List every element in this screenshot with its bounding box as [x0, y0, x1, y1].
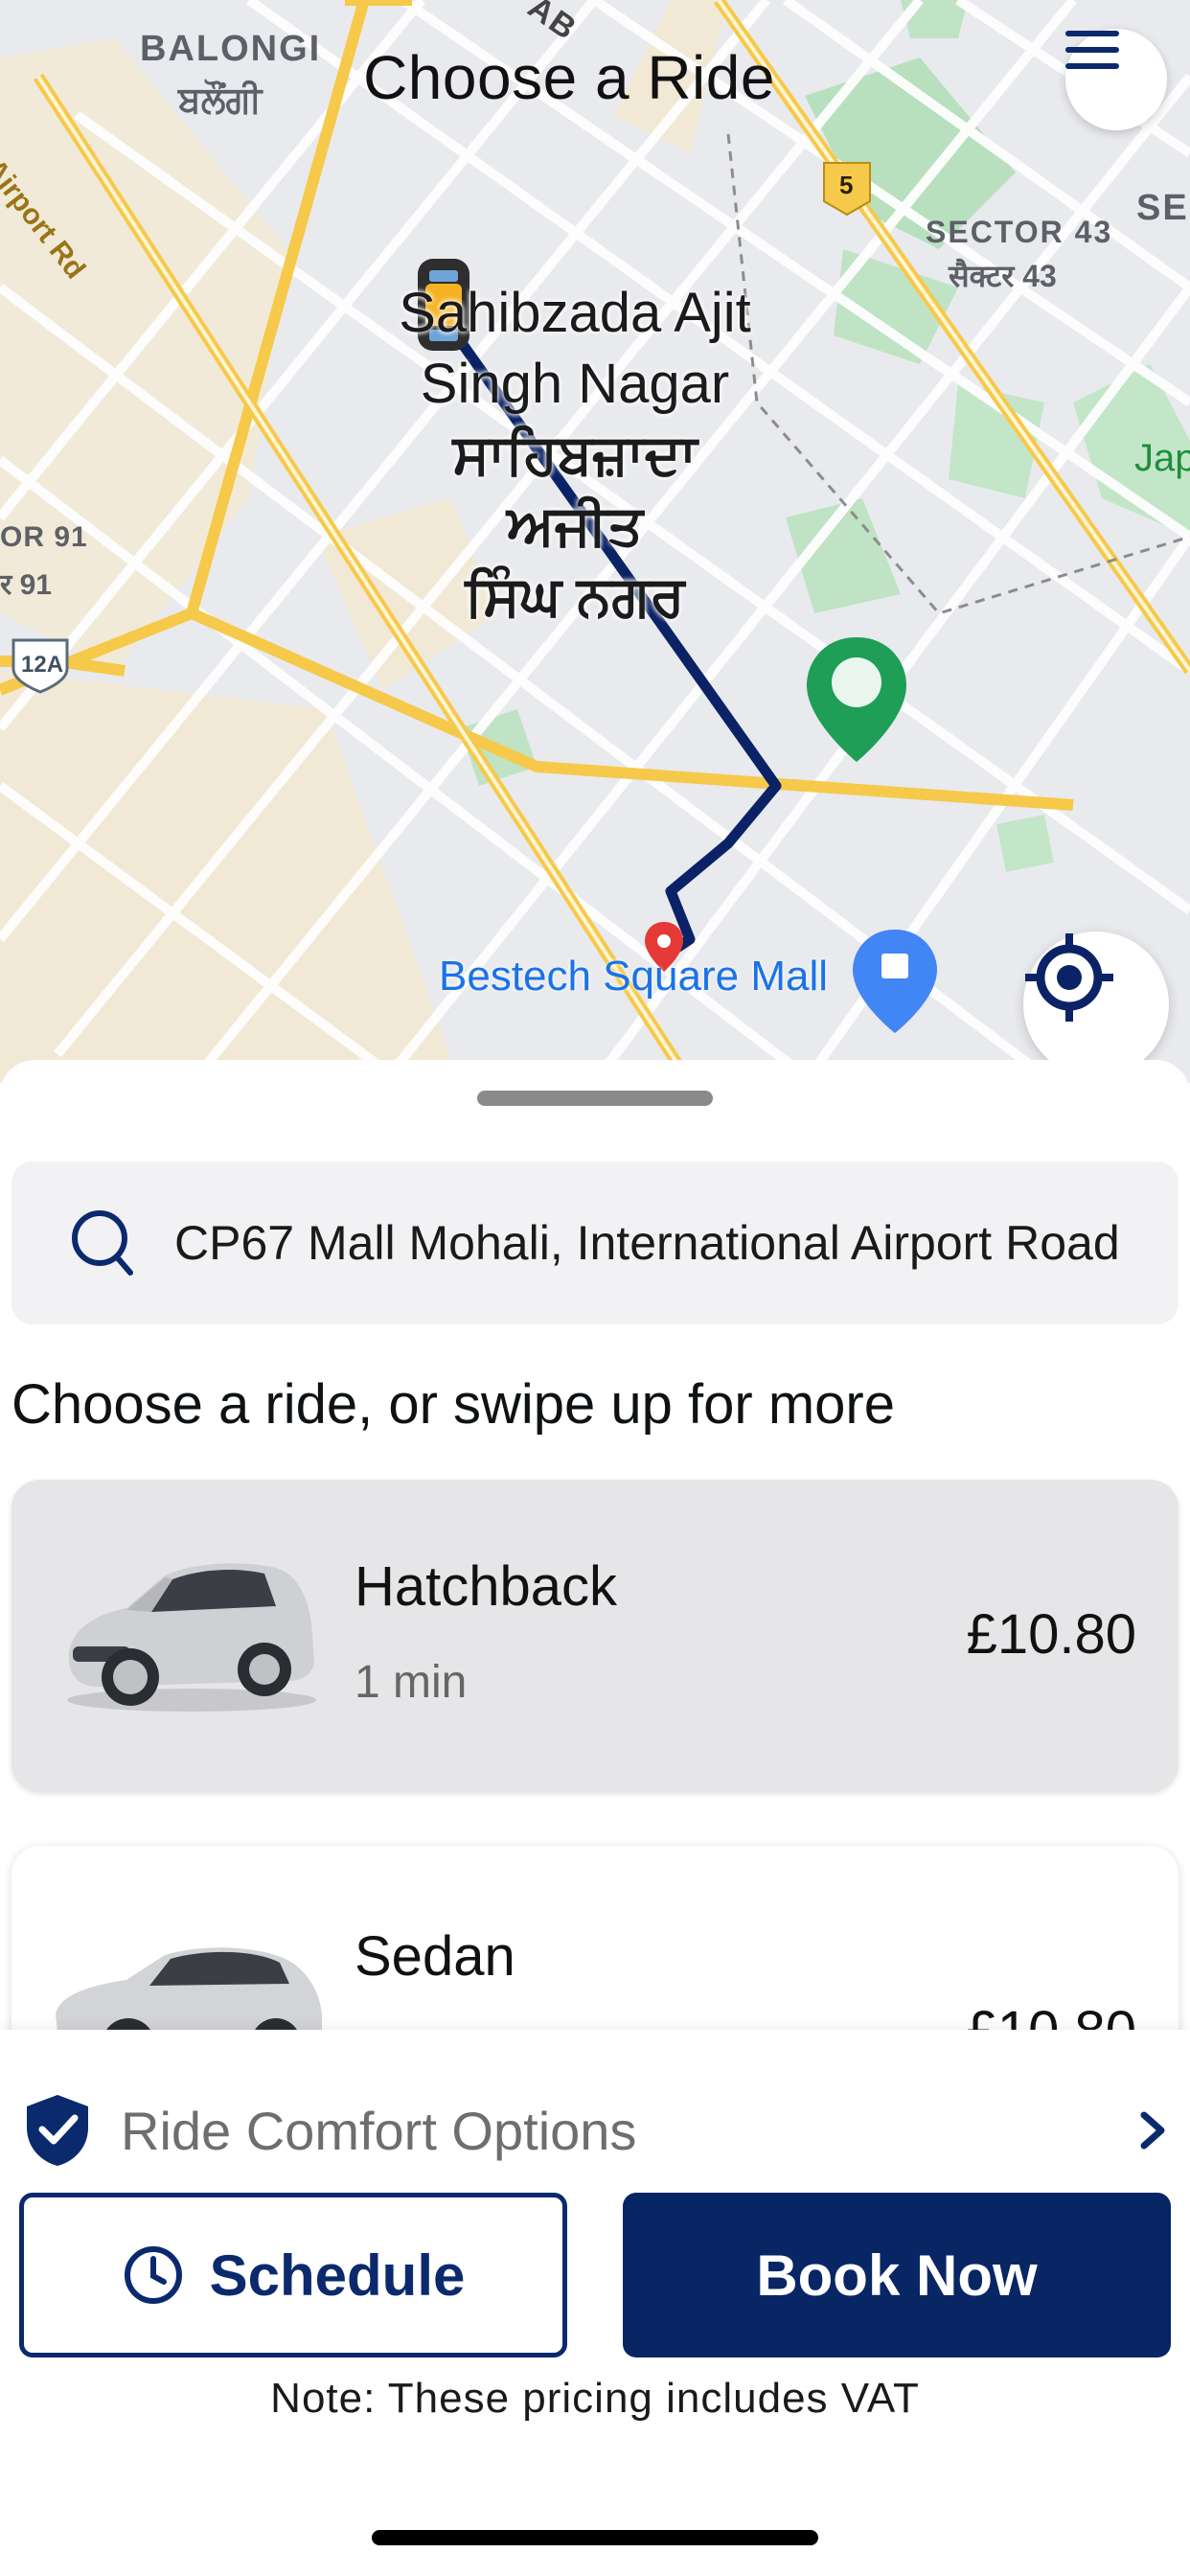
- ride-option-hatchback[interactable]: Hatchback 1 min £10.80: [11, 1480, 1179, 1792]
- ride-comfort-options-row[interactable]: Ride Comfort Options: [23, 2078, 1169, 2183]
- ride-comfort-options-label: Ride Comfort Options: [121, 2100, 637, 2161]
- booking-panel: Ride Comfort Options Schedule Book Now N…: [0, 2030, 1190, 2576]
- schedule-button-label: Schedule: [209, 2242, 466, 2308]
- clock-icon: [124, 2246, 182, 2304]
- map-label-se: SE: [1136, 188, 1189, 228]
- destination-search-value[interactable]: CP67 Mall Mohali, International Airport …: [174, 1215, 1142, 1271]
- vat-note: Note: These pricing includes VAT: [270, 2375, 920, 2422]
- recenter-button[interactable]: [1023, 932, 1169, 1077]
- map-label-sector43-local: सैक्टर 43: [949, 259, 1057, 293]
- map-label-japan: Jap: [1134, 437, 1190, 479]
- map-place-label: Sahibzada Ajit Singh Nagar ਸਾਹਿਬਜ਼ਾਦਾ ਅਜ…: [399, 282, 751, 628]
- ride-name: Sedan: [355, 1925, 515, 1988]
- book-now-button-label: Book Now: [756, 2242, 1038, 2308]
- hatchback-car-image: [67, 1563, 316, 1712]
- chevron-right-icon: [1140, 2111, 1165, 2150]
- highway-shield-5: 5: [839, 171, 854, 199]
- poi-label-bestech-square-mall[interactable]: Bestech Square Mall: [439, 953, 828, 1000]
- highway-shield-12a: 12A: [21, 652, 64, 678]
- sheet-grabber[interactable]: [477, 1091, 713, 1106]
- destination-search-field[interactable]: CP67 Mall Mohali, International Airport …: [11, 1162, 1179, 1324]
- shield-check-icon: [27, 2095, 88, 2166]
- home-indicator[interactable]: [372, 2530, 818, 2545]
- page-title: Choose a Ride: [363, 43, 775, 112]
- ride-name: Hatchback: [355, 1555, 618, 1618]
- search-icon: [59, 1200, 146, 1286]
- map-view[interactable]: BALONGI ਬਲੌਂਗੀ Airport Rd AB SECTOR 43 स…: [0, 0, 1190, 1083]
- ride-list-prompt: Choose a ride, or swipe up for more: [11, 1373, 895, 1436]
- schedule-button[interactable]: Schedule: [19, 2193, 567, 2358]
- map-label-sector43: SECTOR 43: [926, 215, 1113, 249]
- crosshair-icon: [1025, 933, 1113, 1022]
- map-label-sector91-local: र 91: [0, 569, 52, 601]
- book-now-button[interactable]: Book Now: [623, 2193, 1171, 2358]
- hamburger-icon: [1065, 31, 1119, 69]
- ride-price: £10.80: [966, 1603, 1136, 1666]
- menu-button[interactable]: [1065, 29, 1167, 130]
- map-label-sector91: OR 91: [0, 521, 88, 553]
- ride-eta: 1 min: [355, 1657, 468, 1708]
